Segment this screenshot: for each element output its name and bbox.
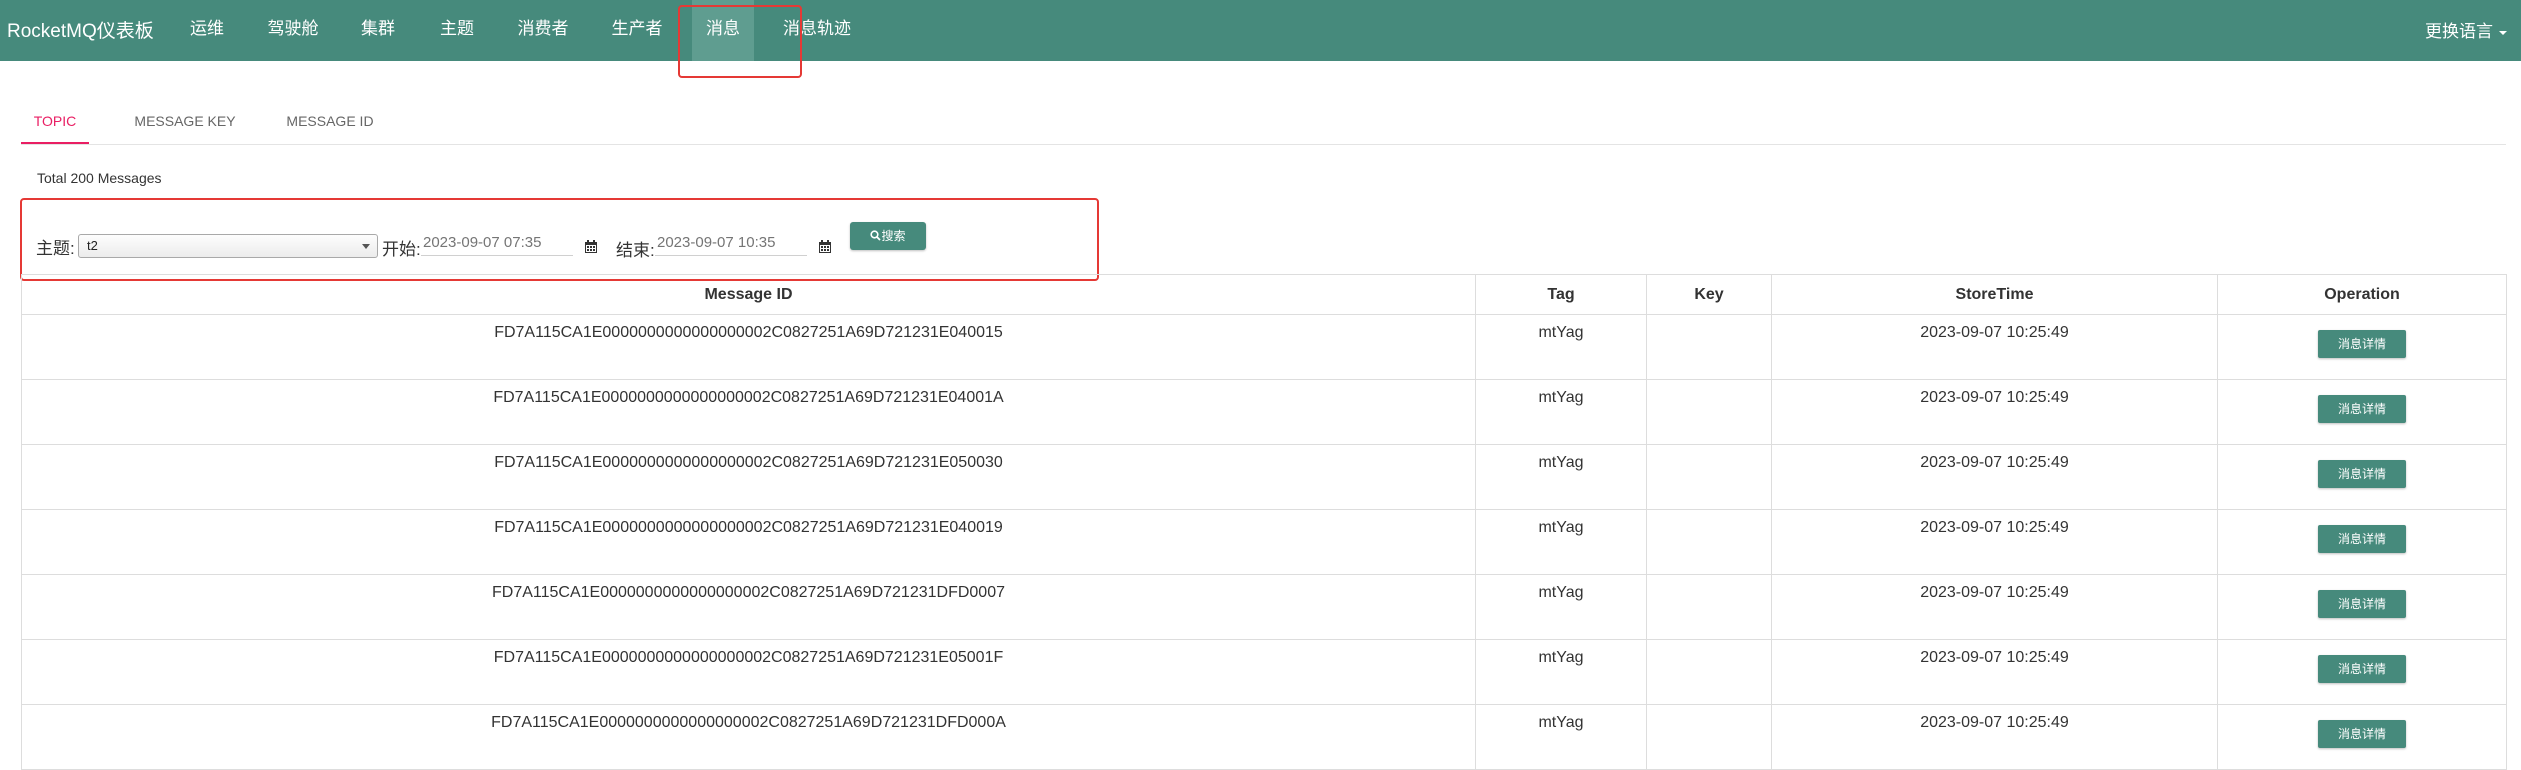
table-row: FD7A115CA1E0000000000000000002C0827251A6…	[21, 379, 2507, 445]
nav-item-cluster[interactable]: 集群	[355, 0, 401, 61]
start-label: 开始:	[382, 240, 421, 259]
nav-item-cockpit[interactable]: 驾驶舱	[262, 0, 324, 61]
key-cell	[1646, 704, 1772, 770]
tab-message-id[interactable]: MESSAGE ID	[279, 100, 381, 144]
brand-logo[interactable]: RocketMQ仪表板	[7, 16, 154, 43]
key-cell	[1646, 444, 1772, 510]
language-dropdown[interactable]: 更换语言	[2425, 17, 2507, 42]
message-id-cell: FD7A115CA1E0000000000000000002C0827251A6…	[21, 314, 1476, 380]
message-id-cell: FD7A115CA1E0000000000000000002C0827251A6…	[21, 639, 1476, 705]
topic-select-value: t2	[87, 238, 98, 253]
search-type-tabs: TOPIC MESSAGE KEY MESSAGE ID	[21, 100, 2506, 145]
tag-cell: mtYag	[1475, 574, 1647, 640]
key-cell	[1646, 574, 1772, 640]
tag-cell: mtYag	[1475, 379, 1647, 445]
calendar-icon[interactable]	[818, 240, 832, 254]
store-time-cell: 2023-09-07 10:25:49	[1771, 379, 2218, 445]
store-time-cell: 2023-09-07 10:25:49	[1771, 704, 2218, 770]
nav-item-ops[interactable]: 运维	[181, 0, 233, 61]
message-detail-button[interactable]: 消息详情	[2318, 525, 2406, 553]
search-icon	[870, 230, 882, 241]
store-time-cell: 2023-09-07 10:25:49	[1771, 314, 2218, 380]
operation-cell: 消息详情	[2217, 639, 2507, 705]
nav-item-producer[interactable]: 生产者	[606, 0, 668, 61]
nav-item-topic[interactable]: 主题	[434, 0, 480, 61]
end-time-input[interactable]	[655, 230, 807, 256]
table-row: FD7A115CA1E0000000000000000002C0827251A6…	[21, 574, 2507, 640]
topic-select[interactable]: t2	[78, 234, 378, 258]
column-header-storetime: StoreTime	[1771, 274, 2218, 315]
key-cell	[1646, 314, 1772, 380]
search-button-label: 搜索	[881, 229, 906, 243]
message-detail-button[interactable]: 消息详情	[2318, 720, 2406, 748]
tag-cell: mtYag	[1475, 704, 1647, 770]
calendar-icon[interactable]	[584, 240, 598, 254]
key-cell	[1646, 379, 1772, 445]
start-time-input[interactable]	[421, 230, 573, 256]
column-header-operation: Operation	[2217, 274, 2507, 315]
table-row: FD7A115CA1E0000000000000000002C0827251A6…	[21, 704, 2507, 770]
operation-cell: 消息详情	[2217, 314, 2507, 380]
top-navbar: RocketMQ仪表板 运维 驾驶舱 集群 主题 消费者 生产者 消息 消息轨迹…	[0, 0, 2521, 61]
store-time-cell: 2023-09-07 10:25:49	[1771, 639, 2218, 705]
message-id-cell: FD7A115CA1E0000000000000000002C0827251A6…	[21, 509, 1476, 575]
table-row: FD7A115CA1E0000000000000000002C0827251A6…	[21, 509, 2507, 575]
key-cell	[1646, 639, 1772, 705]
store-time-cell: 2023-09-07 10:25:49	[1771, 509, 2218, 575]
tab-topic[interactable]: TOPIC	[21, 100, 89, 144]
store-time-cell: 2023-09-07 10:25:49	[1771, 574, 2218, 640]
table-header-row: Message ID Tag Key StoreTime Operation	[21, 274, 2507, 315]
message-id-cell: FD7A115CA1E0000000000000000002C0827251A6…	[21, 444, 1476, 510]
store-time-cell: 2023-09-07 10:25:49	[1771, 444, 2218, 510]
message-id-cell: FD7A115CA1E0000000000000000002C0827251A6…	[21, 379, 1476, 445]
nav-item-consumer[interactable]: 消费者	[512, 0, 574, 61]
nav-item-message-trace[interactable]: 消息轨迹	[779, 0, 855, 61]
search-button[interactable]: 搜索	[850, 222, 926, 250]
tag-cell: mtYag	[1475, 314, 1647, 380]
message-detail-button[interactable]: 消息详情	[2318, 590, 2406, 618]
tag-cell: mtYag	[1475, 509, 1647, 575]
topic-label: 主题:	[36, 239, 75, 258]
operation-cell: 消息详情	[2217, 704, 2507, 770]
message-id-cell: FD7A115CA1E0000000000000000002C0827251A6…	[21, 704, 1476, 770]
table-row: FD7A115CA1E0000000000000000002C0827251A6…	[21, 444, 2507, 510]
operation-cell: 消息详情	[2217, 574, 2507, 640]
message-detail-button[interactable]: 消息详情	[2318, 395, 2406, 423]
operation-cell: 消息详情	[2217, 379, 2507, 445]
operation-cell: 消息详情	[2217, 444, 2507, 510]
column-header-tag: Tag	[1475, 274, 1647, 315]
operation-cell: 消息详情	[2217, 509, 2507, 575]
table-row: FD7A115CA1E0000000000000000002C0827251A6…	[21, 639, 2507, 705]
message-detail-button[interactable]: 消息详情	[2318, 655, 2406, 683]
caret-down-icon	[2499, 30, 2507, 35]
key-cell	[1646, 509, 1772, 575]
tab-message-key[interactable]: MESSAGE KEY	[127, 100, 243, 144]
message-detail-button[interactable]: 消息详情	[2318, 330, 2406, 358]
total-count: Total 200 Messages	[37, 170, 162, 186]
column-header-message-id: Message ID	[21, 274, 1476, 315]
nav-item-message[interactable]: 消息	[692, 0, 754, 61]
message-table: Message ID Tag Key StoreTime Operation F…	[21, 274, 2507, 770]
message-id-cell: FD7A115CA1E0000000000000000002C0827251A6…	[21, 574, 1476, 640]
column-header-key: Key	[1646, 274, 1772, 315]
chevron-down-icon	[362, 244, 370, 249]
tag-cell: mtYag	[1475, 639, 1647, 705]
tag-cell: mtYag	[1475, 444, 1647, 510]
message-detail-button[interactable]: 消息详情	[2318, 460, 2406, 488]
language-label: 更换语言	[2425, 22, 2493, 41]
table-row: FD7A115CA1E0000000000000000002C0827251A6…	[21, 314, 2507, 380]
end-label: 结束:	[616, 241, 655, 260]
